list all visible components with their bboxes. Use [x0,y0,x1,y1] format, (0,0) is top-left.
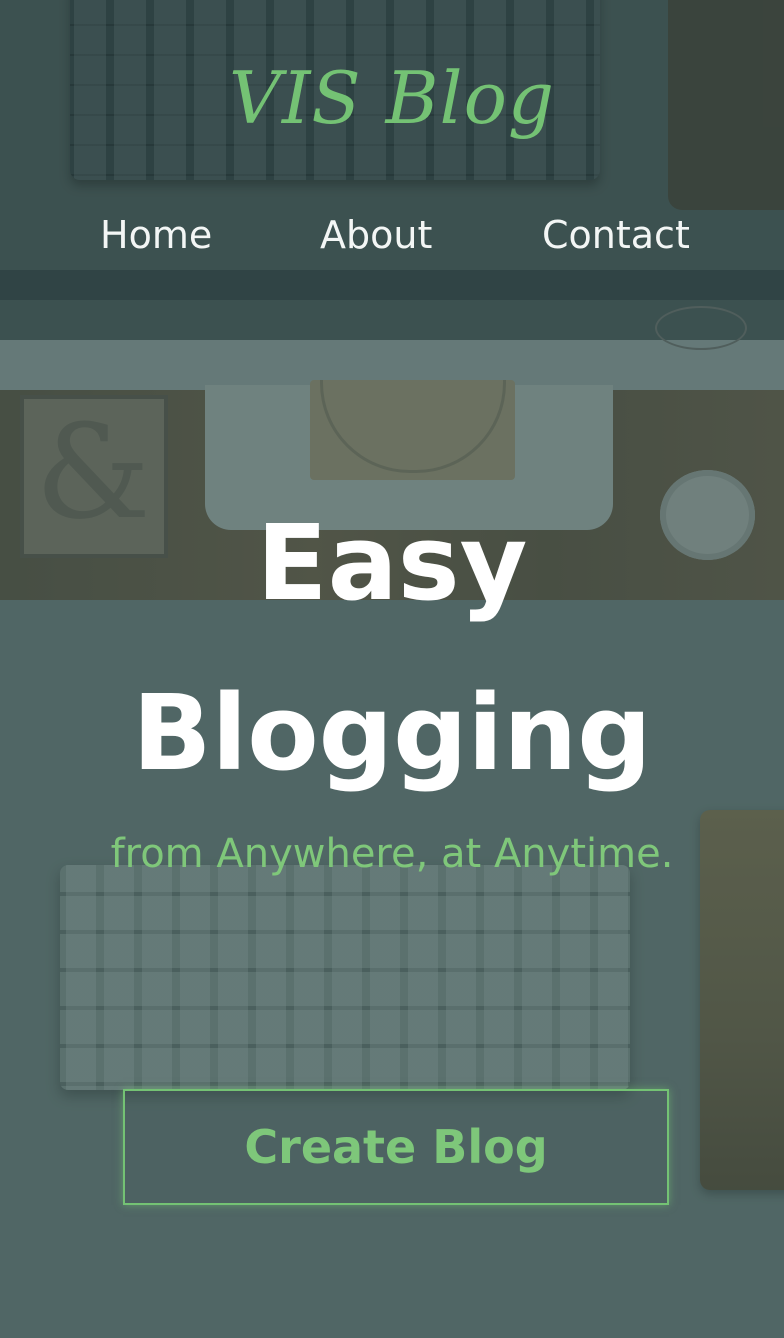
nav-item-about[interactable]: About [320,205,432,265]
brand-logo[interactable]: VIS Blog [0,48,784,148]
nav-item-home[interactable]: Home [100,205,212,265]
page: & VIS Blog Home About Contact Easy Blogg… [0,0,784,1338]
nav-item-contact[interactable]: Contact [542,205,690,265]
hero-title: Easy Blogging [0,478,784,818]
hero-subtitle: from Anywhere, at Anytime. [110,831,674,877]
create-blog-button[interactable]: Create Blog [123,1089,669,1205]
main-nav: Home About Contact [0,205,784,265]
hero-title-line-1: Easy [256,502,528,624]
hero-title-line-2: Blogging [132,672,652,794]
